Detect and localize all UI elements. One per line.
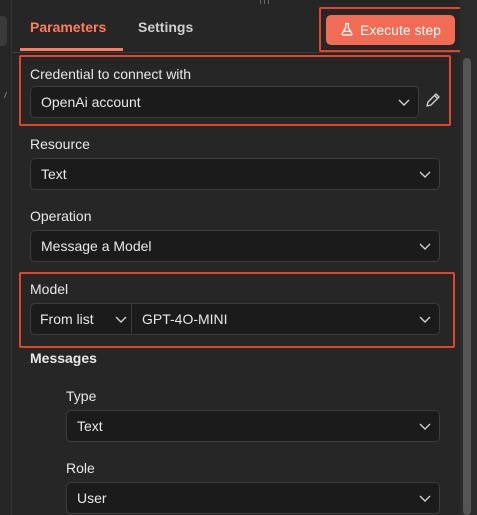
type-value: Text <box>77 418 103 434</box>
chevron-down-icon <box>419 421 431 431</box>
type-select[interactable]: Text <box>66 410 440 442</box>
messages-label: Messages <box>30 350 97 366</box>
left-panel-mark <box>3 92 12 98</box>
role-label: Role <box>66 460 95 476</box>
resource-label: Resource <box>30 136 90 152</box>
chevron-down-icon <box>419 493 431 503</box>
credential-highlight <box>19 55 451 126</box>
tab-settings[interactable]: Settings <box>138 18 193 36</box>
node-parameters-panel: Parameters Settings Execute step Credent… <box>12 0 463 515</box>
execute-step-highlight <box>319 7 463 52</box>
active-tab-indicator <box>20 48 123 51</box>
model-highlight <box>19 272 455 348</box>
chevron-down-icon <box>419 169 431 179</box>
chevron-down-icon <box>419 241 431 251</box>
left-panel-edge <box>0 0 12 515</box>
scrollbar-thumb[interactable] <box>463 58 471 515</box>
resource-select[interactable]: Text <box>30 158 440 190</box>
resource-value: Text <box>41 166 67 182</box>
operation-value: Message a Model <box>41 238 152 254</box>
role-select[interactable]: User <box>66 482 440 514</box>
operation-label: Operation <box>30 208 92 224</box>
role-value: User <box>77 490 107 506</box>
tab-parameters[interactable]: Parameters <box>30 18 106 36</box>
operation-select[interactable]: Message a Model <box>30 230 440 262</box>
type-label: Type <box>66 388 97 404</box>
left-panel-tab[interactable] <box>0 16 7 46</box>
